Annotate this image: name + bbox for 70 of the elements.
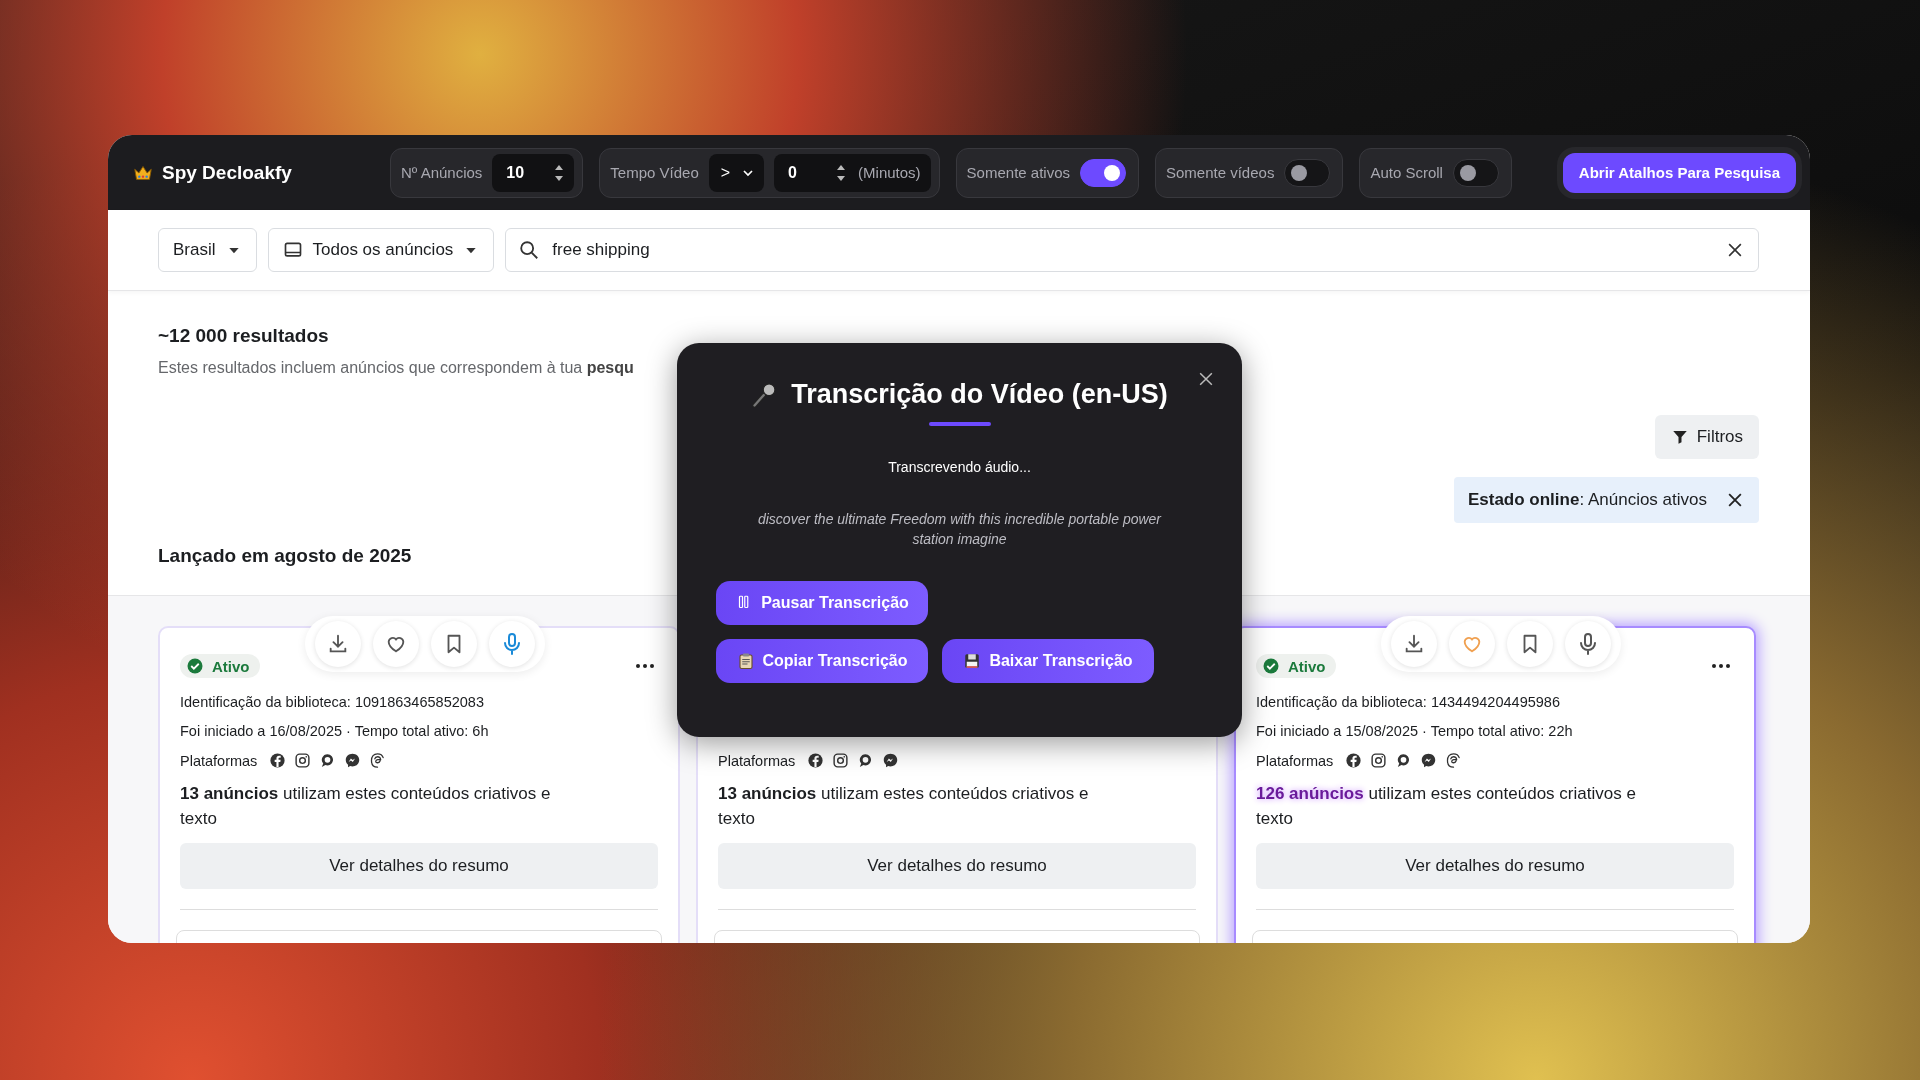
- search-field[interactable]: free shipping: [505, 228, 1759, 272]
- status-text: Transcrevendo áudio...: [888, 459, 1031, 475]
- toggle-switch[interactable]: [1284, 158, 1331, 187]
- threads-icon: [1445, 752, 1463, 769]
- transcript-text: discover the ultimate Freedom with this incredible portable power station imagine: [756, 510, 1163, 549]
- section-heading: Lançado em agosto de 2025: [158, 545, 413, 567]
- transcription-button[interactable]: Pausar Transcrição: [716, 581, 928, 625]
- messenger-icon: [1420, 752, 1438, 769]
- summary-details-button[interactable]: Ver detalhes do resumo: [718, 843, 1196, 889]
- filter-text: Estado online: Anúncios ativos: [1467, 490, 1707, 510]
- number-field[interactable]: 0 (Minutos): [774, 153, 931, 192]
- country-dropdown[interactable]: Brasil: [158, 228, 257, 272]
- results-description: Estes resultados incluem anúncios que correspondem à tua pesqu: [158, 359, 635, 377]
- monitor-icon: [282, 240, 303, 260]
- ellipsis-icon: [1712, 664, 1730, 668]
- status-badge: Ativo: [180, 654, 260, 678]
- ad-summary-text: 13 anúncios utilizam estes conteúdos criativos e texto: [718, 783, 1090, 830]
- toggle-label: Somente ativos: [966, 164, 1070, 181]
- download-button[interactable]: [1391, 621, 1437, 667]
- threads-icon: [369, 752, 387, 769]
- bookmark-button[interactable]: [431, 621, 477, 667]
- library-id-text: Identificação da biblioteca: 1434494204495986: [1256, 694, 1560, 710]
- favorite-button[interactable]: [373, 621, 419, 667]
- platforms-label: Plataformas: [1256, 752, 1334, 769]
- platforms-label: Plataformas: [180, 752, 258, 769]
- ad-type-dropdown[interactable]: Todos os anúncios: [267, 228, 495, 272]
- transcription-button[interactable]: Baixar Transcrição: [942, 639, 1154, 683]
- ellipsis-icon: [636, 664, 654, 668]
- start-date-text: Foi iniciado a 15/08/2025 · Tempo total ativo: 22h: [1256, 723, 1573, 739]
- spinner-arrows-icon[interactable]: [554, 163, 565, 182]
- messenger-icon: [882, 752, 900, 769]
- summary-details-button[interactable]: Ver detalhes do resumo: [1256, 843, 1734, 889]
- search-icon: [518, 239, 541, 261]
- download-icon: [1403, 633, 1425, 655]
- platforms-label: Plataformas: [718, 752, 796, 769]
- ad-summary-text: 126 anúncios utilizam estes conteúdos criativos e texto: [1256, 783, 1637, 830]
- transcribe-button[interactable]: [1565, 621, 1611, 667]
- start-date-text: Foi iniciado a 16/08/2025 · Tempo total ativo: 6h: [180, 723, 489, 739]
- toggle-switch[interactable]: [1452, 158, 1499, 187]
- instagram-icon: [294, 752, 312, 769]
- status-badge: Ativo: [1256, 654, 1336, 678]
- spinner-arrows-icon[interactable]: [836, 163, 847, 182]
- instagram-icon: [832, 752, 850, 769]
- messenger-icon: [344, 752, 362, 769]
- facebook-icon: [269, 752, 287, 769]
- dialog-title: Transcrição do Vídeo (en-US): [791, 379, 1168, 410]
- toggle-label: Somente vídeos: [1166, 164, 1275, 181]
- transcription-button[interactable]: Copiar Transcrição: [716, 639, 928, 683]
- library-id-text: Identificação da biblioteca: 1091863465852083: [180, 694, 484, 710]
- operator-dropdown[interactable]: >: [708, 153, 765, 192]
- check-circle-icon: [186, 657, 204, 675]
- download-icon: [327, 633, 349, 655]
- ad-summary-text: 13 anúncios utilizam estes conteúdos criativos e texto: [180, 783, 552, 830]
- facebook-icon: [1345, 752, 1363, 769]
- field-label: Nº Anúncios: [401, 164, 483, 181]
- app-title: Spy Decloakfy: [162, 161, 292, 184]
- bookmark-button[interactable]: [1507, 621, 1553, 667]
- filters-button[interactable]: Filtros: [1654, 415, 1759, 459]
- field-label: Tempo Vídeo: [610, 164, 699, 181]
- clipboard-icon: [736, 652, 755, 670]
- results-count: ~12 000 resultados: [158, 325, 330, 347]
- number-field[interactable]: 10: [492, 153, 575, 192]
- transcribe-button[interactable]: [489, 621, 535, 667]
- instagram-icon: [1370, 752, 1388, 769]
- summary-details-button[interactable]: Ver detalhes do resumo: [180, 843, 658, 889]
- download-button[interactable]: [315, 621, 361, 667]
- toggle-switch[interactable]: [1080, 158, 1126, 187]
- check-circle-icon: [1262, 657, 1280, 675]
- toggle-label: Auto Scroll: [1370, 164, 1443, 181]
- facebook-icon: [807, 752, 825, 769]
